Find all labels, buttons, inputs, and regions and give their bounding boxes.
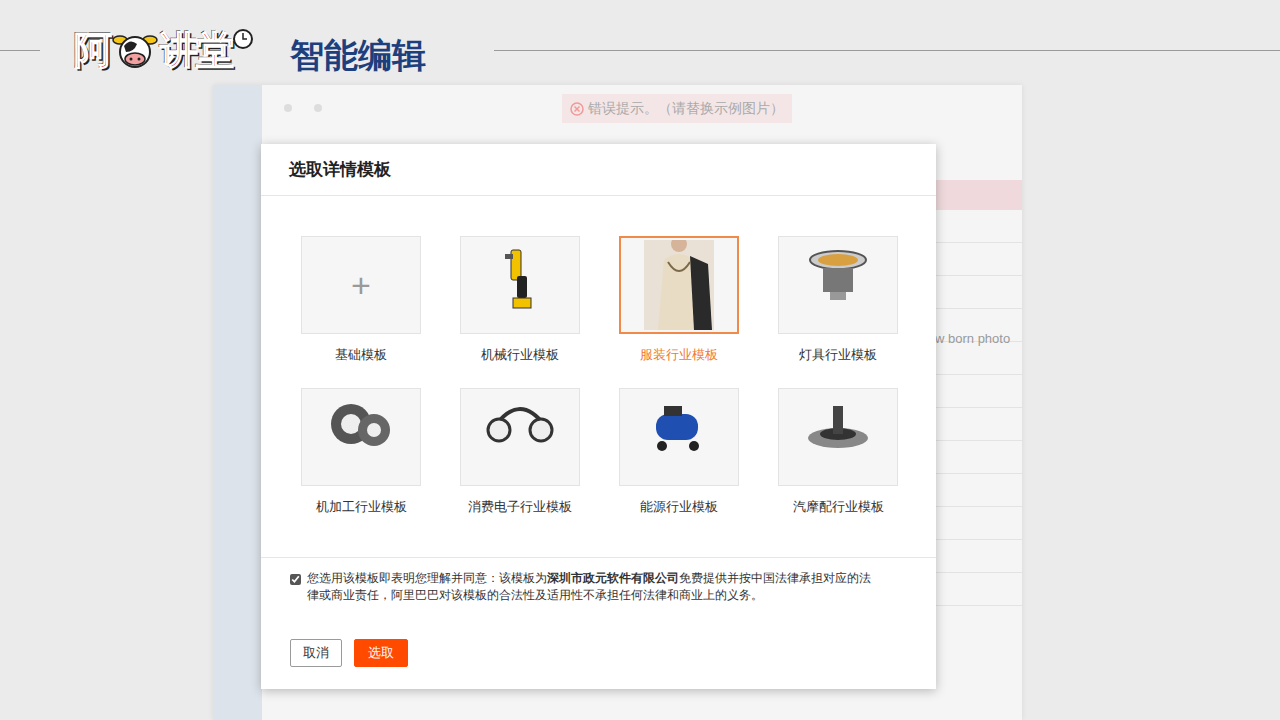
template-option[interactable]: 汽摩配行业模板 bbox=[778, 388, 898, 517]
template-option[interactable]: 机械行业模板 bbox=[460, 236, 580, 365]
select-button[interactable]: 选取 bbox=[354, 639, 408, 667]
template-option[interactable]: 机加工行业模板 bbox=[301, 388, 421, 517]
error-icon bbox=[570, 98, 584, 119]
template-thumbnail[interactable] bbox=[619, 236, 739, 334]
product-photo bbox=[803, 240, 873, 330]
cow-icon bbox=[110, 28, 160, 72]
template-thumbnail[interactable] bbox=[778, 236, 898, 334]
product-photo bbox=[803, 392, 873, 482]
logo-text: 讲堂 bbox=[160, 31, 232, 69]
clock-icon bbox=[232, 28, 254, 72]
template-option[interactable]: 灯具行业模板 bbox=[778, 236, 898, 365]
template-label[interactable]: 汽摩配行业模板 bbox=[793, 497, 884, 517]
agreement: 您选用该模板即表明您理解并同意：该模板为深圳市政元软件有限公司免费提供并按中国法… bbox=[290, 570, 906, 604]
company-name: 深圳市政元软件有限公司 bbox=[547, 571, 679, 585]
cancel-button[interactable]: 取消 bbox=[290, 639, 342, 667]
template-option[interactable]: + 基础模板 bbox=[301, 236, 421, 365]
template-option[interactable]: 能源行业模板 bbox=[619, 388, 739, 517]
header-rule bbox=[0, 50, 40, 51]
page-toolbar: 错误提示。（请替换示例图片） bbox=[262, 85, 1022, 131]
plus-icon[interactable]: + bbox=[351, 268, 371, 302]
template-thumbnail[interactable] bbox=[778, 388, 898, 486]
template-option[interactable]: 消费电子行业模板 bbox=[460, 388, 580, 517]
template-label[interactable]: 基础模板 bbox=[335, 345, 387, 365]
product-photo bbox=[326, 392, 396, 482]
agreement-checkbox[interactable] bbox=[290, 574, 301, 585]
error-text: 错误提示。（请替换示例图片） bbox=[588, 98, 784, 119]
agreement-text-part: 您选用该模板即表明您理解并同意：该模板为 bbox=[307, 571, 547, 585]
template-label[interactable]: 服装行业模板 bbox=[640, 345, 718, 365]
slide: 阿 讲堂 智能编辑 错误提示。（请替换示例图片） w born photo 选取详情模… bbox=[0, 0, 1280, 720]
window-dot bbox=[284, 104, 292, 112]
header-rule bbox=[494, 50, 1280, 51]
template-thumbnail[interactable] bbox=[460, 388, 580, 486]
dialog-footer: 您选用该模板即表明您理解并同意：该模板为深圳市政元软件有限公司免费提供并按中国法… bbox=[261, 558, 936, 689]
template-thumbnail[interactable] bbox=[460, 236, 580, 334]
template-grid: + 基础模板 机械行业模板 服装行业模板 灯具行业模板机加工行业模板 消费电子行业模板 能源… bbox=[261, 196, 936, 558]
dialog-header: 选取详情模板 bbox=[261, 144, 936, 196]
product-photo bbox=[485, 392, 555, 482]
template-dialog: 选取详情模板 + 基础模板 机械行业模板 服装行业模板 灯具行业模板机加工行业模板 消费电子… bbox=[261, 144, 936, 689]
template-thumbnail[interactable]: + bbox=[301, 236, 421, 334]
window-dot bbox=[314, 104, 322, 112]
slide-title: 智能编辑 bbox=[290, 35, 426, 76]
page-text: w born photo bbox=[935, 329, 1010, 349]
dialog-buttons: 取消选取 bbox=[290, 639, 906, 667]
dialog-title: 选取详情模板 bbox=[289, 157, 391, 183]
template-option[interactable]: 服装行业模板 bbox=[619, 236, 739, 365]
error-tip: 错误提示。（请替换示例图片） bbox=[562, 94, 792, 123]
template-label[interactable]: 灯具行业模板 bbox=[799, 345, 877, 365]
product-photo bbox=[644, 392, 714, 482]
product-photo bbox=[644, 240, 714, 330]
agreement-text: 您选用该模板即表明您理解并同意：该模板为深圳市政元软件有限公司免费提供并按中国法… bbox=[307, 570, 882, 604]
template-label[interactable]: 能源行业模板 bbox=[640, 497, 718, 517]
product-photo bbox=[485, 240, 555, 330]
template-thumbnail[interactable] bbox=[301, 388, 421, 486]
template-thumbnail[interactable] bbox=[619, 388, 739, 486]
template-label[interactable]: 机加工行业模板 bbox=[316, 497, 407, 517]
template-label[interactable]: 消费电子行业模板 bbox=[468, 497, 572, 517]
template-label[interactable]: 机械行业模板 bbox=[481, 345, 559, 365]
logo-text: 阿 bbox=[74, 31, 110, 69]
logo: 阿 讲堂 bbox=[68, 14, 260, 86]
page-sidebar bbox=[213, 85, 262, 720]
